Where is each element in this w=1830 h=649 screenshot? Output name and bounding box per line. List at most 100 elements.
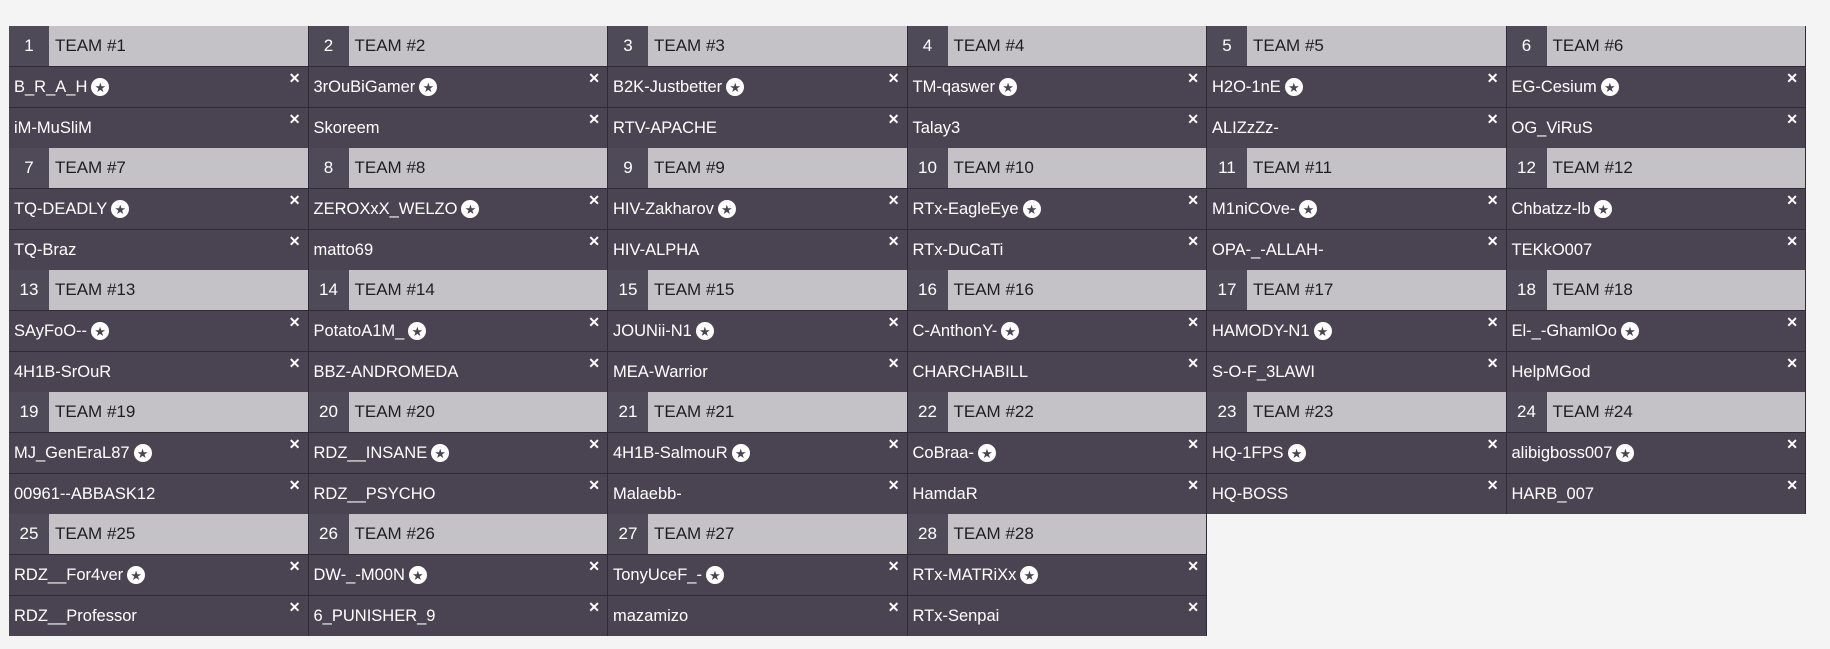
player-slot: HARB_007 ✕: [1506, 473, 1805, 514]
remove-player-close-icon[interactable]: ✕: [588, 70, 600, 87]
player-name: B_R_A_H: [14, 77, 88, 96]
remove-player-close-icon[interactable]: ✕: [1187, 477, 1199, 494]
remove-player-close-icon[interactable]: ✕: [888, 355, 900, 372]
player-slot-captain: CoBraa- ★ ✕: [907, 432, 1206, 473]
remove-player-close-icon[interactable]: ✕: [1187, 111, 1199, 128]
player-name: RDZ__Professor: [14, 606, 137, 625]
remove-player-close-icon[interactable]: ✕: [1786, 477, 1798, 494]
player-slot: ALIZzZz- ✕: [1207, 107, 1506, 148]
captain-star-icon: ★: [91, 322, 110, 340]
team-name: TEAM #7: [55, 158, 126, 177]
remove-player-close-icon[interactable]: ✕: [1187, 233, 1199, 250]
remove-player-close-icon[interactable]: ✕: [289, 233, 301, 250]
remove-player-close-icon[interactable]: ✕: [1187, 599, 1199, 616]
player-slot: HIV-ALPHA ✕: [608, 229, 907, 270]
remove-player-close-icon[interactable]: ✕: [1487, 111, 1499, 128]
remove-player-close-icon[interactable]: ✕: [588, 111, 600, 128]
remove-player-close-icon[interactable]: ✕: [1187, 355, 1199, 372]
team-number: 1: [9, 26, 49, 66]
player-name: ZEROXxX_WELZO: [313, 199, 458, 218]
player-slot-captain: B_R_A_H ★ ✕: [9, 66, 308, 107]
team-number: 16: [907, 270, 948, 310]
remove-player-close-icon[interactable]: ✕: [588, 233, 600, 250]
team-name: TEAM #17: [1253, 280, 1334, 299]
remove-player-close-icon[interactable]: ✕: [888, 192, 900, 209]
team-header: 10 TEAM #10: [907, 148, 1206, 188]
remove-player-close-icon[interactable]: ✕: [1786, 192, 1798, 209]
remove-player-close-icon[interactable]: ✕: [888, 314, 900, 331]
remove-player-close-icon[interactable]: ✕: [888, 477, 900, 494]
remove-player-close-icon[interactable]: ✕: [1187, 70, 1199, 87]
team-header: 24 TEAM #24: [1506, 392, 1805, 432]
remove-player-close-icon[interactable]: ✕: [1487, 477, 1499, 494]
captain-star-icon: ★: [717, 200, 736, 218]
remove-player-close-icon[interactable]: ✕: [289, 355, 301, 372]
remove-player-close-icon[interactable]: ✕: [588, 314, 600, 331]
remove-player-close-icon[interactable]: ✕: [888, 233, 900, 250]
team-name: TEAM #21: [654, 402, 735, 421]
remove-player-close-icon[interactable]: ✕: [1786, 436, 1798, 453]
team-name: TEAM #18: [1552, 280, 1633, 299]
remove-player-close-icon[interactable]: ✕: [1786, 355, 1798, 372]
remove-player-close-icon[interactable]: ✕: [588, 355, 600, 372]
remove-player-close-icon[interactable]: ✕: [888, 599, 900, 616]
team-card: 23 TEAM #23 HQ-1FPS ★ ✕ HQ-BOSS ✕: [1207, 392, 1507, 514]
remove-player-close-icon[interactable]: ✕: [1187, 314, 1199, 331]
player-name: Chbatzz-lb: [1511, 199, 1591, 218]
remove-player-close-icon[interactable]: ✕: [1487, 192, 1499, 209]
player-slot-captain: Chbatzz-lb ★ ✕: [1506, 188, 1805, 229]
team-card: 20 TEAM #20 RDZ__INSANE ★ ✕ RDZ__PSYCHO ✕: [308, 392, 608, 514]
player-name: M1niCOve-: [1212, 199, 1296, 218]
remove-player-close-icon[interactable]: ✕: [888, 70, 900, 87]
remove-player-close-icon[interactable]: ✕: [1487, 314, 1499, 331]
remove-player-close-icon[interactable]: ✕: [289, 477, 301, 494]
player-slot: mazamizo ✕: [608, 595, 907, 636]
player-slot: S-O-F_3LAWI ✕: [1207, 351, 1506, 392]
remove-player-close-icon[interactable]: ✕: [1487, 70, 1499, 87]
remove-player-close-icon[interactable]: ✕: [588, 192, 600, 209]
team-card: 16 TEAM #16 C-AnthonY- ★ ✕ CHARCHABILL ✕: [907, 270, 1207, 392]
captain-star-icon: ★: [977, 444, 996, 462]
remove-player-close-icon[interactable]: ✕: [1786, 111, 1798, 128]
remove-player-close-icon[interactable]: ✕: [1487, 436, 1499, 453]
player-slot-captain: HQ-1FPS ★ ✕: [1207, 432, 1506, 473]
remove-player-close-icon[interactable]: ✕: [888, 436, 900, 453]
player-slot: OG_ViRuS ✕: [1506, 107, 1805, 148]
team-card: 6 TEAM #6 EG-Cesium ★ ✕ OG_ViRuS ✕: [1506, 26, 1806, 148]
remove-player-close-icon[interactable]: ✕: [289, 111, 301, 128]
team-card: 21 TEAM #21 4H1B-SalmouR ★ ✕ Malaebb- ✕: [608, 392, 908, 514]
remove-player-close-icon[interactable]: ✕: [289, 599, 301, 616]
team-card: 22 TEAM #22 CoBraa- ★ ✕ HamdaR ✕: [907, 392, 1207, 514]
remove-player-close-icon[interactable]: ✕: [1786, 314, 1798, 331]
team-header: 28 TEAM #28: [907, 514, 1206, 554]
remove-player-close-icon[interactable]: ✕: [1786, 233, 1798, 250]
player-slot: BBZ-ANDROMEDA ✕: [308, 351, 607, 392]
remove-player-close-icon[interactable]: ✕: [888, 558, 900, 575]
team-card: 4 TEAM #4 TM-qaswer ★ ✕ Talay3 ✕: [907, 26, 1207, 148]
player-slot: TQ-Braz ✕: [9, 229, 308, 270]
remove-player-close-icon[interactable]: ✕: [588, 599, 600, 616]
remove-player-close-icon[interactable]: ✕: [289, 314, 301, 331]
remove-player-close-icon[interactable]: ✕: [1187, 192, 1199, 209]
remove-player-close-icon[interactable]: ✕: [289, 436, 301, 453]
remove-player-close-icon[interactable]: ✕: [289, 70, 301, 87]
remove-player-close-icon[interactable]: ✕: [588, 436, 600, 453]
team-header: 11 TEAM #11: [1207, 148, 1506, 188]
player-slot-captain: TonyUceF_- ★ ✕: [608, 554, 907, 595]
player-slot-captain: RTx-EagleEye ★ ✕: [907, 188, 1206, 229]
remove-player-close-icon[interactable]: ✕: [1487, 233, 1499, 250]
remove-player-close-icon[interactable]: ✕: [588, 477, 600, 494]
player-name: HIV-Zakharov: [613, 199, 714, 218]
captain-star-icon: ★: [1313, 322, 1332, 340]
remove-player-close-icon[interactable]: ✕: [888, 111, 900, 128]
team-number: 17: [1207, 270, 1247, 310]
remove-player-close-icon[interactable]: ✕: [1487, 355, 1499, 372]
team-header: 8 TEAM #8: [308, 148, 607, 188]
remove-player-close-icon[interactable]: ✕: [588, 558, 600, 575]
remove-player-close-icon[interactable]: ✕: [1187, 558, 1199, 575]
remove-player-close-icon[interactable]: ✕: [289, 558, 301, 575]
remove-player-close-icon[interactable]: ✕: [289, 192, 301, 209]
team-card: 27 TEAM #27 TonyUceF_- ★ ✕ mazamizo ✕: [608, 514, 908, 636]
remove-player-close-icon[interactable]: ✕: [1786, 70, 1798, 87]
remove-player-close-icon[interactable]: ✕: [1187, 436, 1199, 453]
